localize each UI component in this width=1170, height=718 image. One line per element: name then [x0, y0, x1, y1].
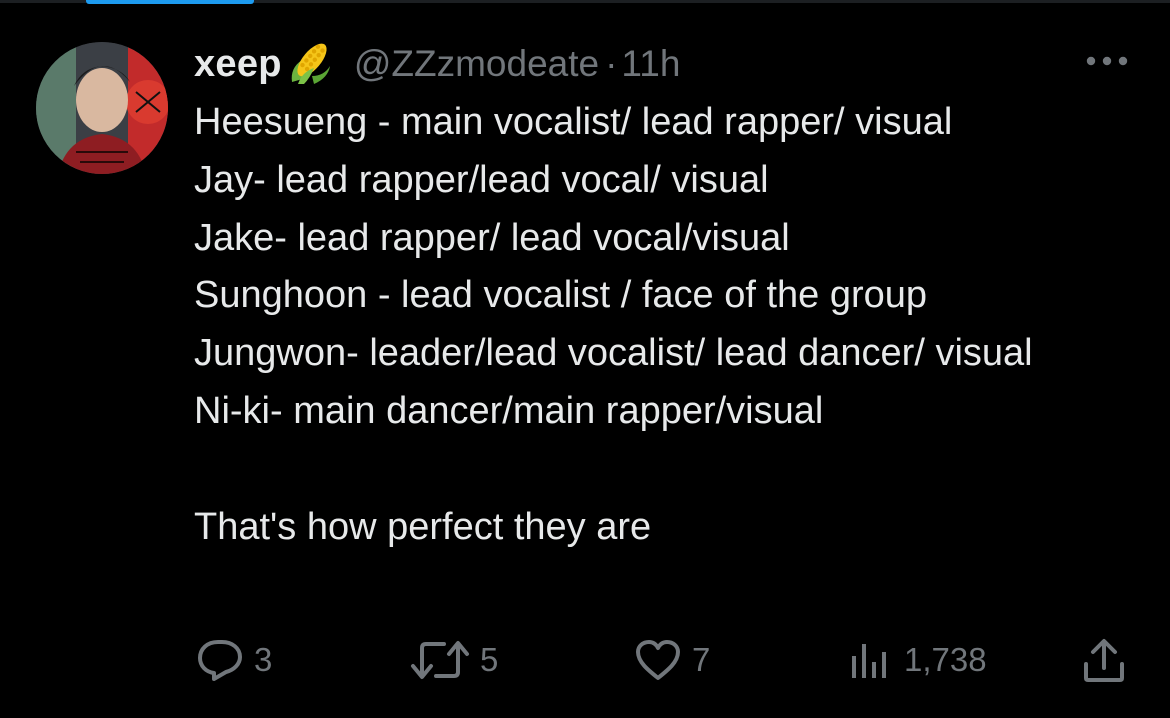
heart-icon: [636, 640, 680, 680]
reply-button[interactable]: 3: [196, 630, 272, 690]
tweet-text: Heesueng - main vocalist/ lead rapper/ v…: [194, 94, 1134, 557]
retweet-count: 5: [480, 641, 499, 678]
reply-count: 3: [254, 641, 273, 678]
tweet-header: xeep @ZZzmodeate · 11h: [194, 36, 680, 92]
like-button[interactable]: 7: [634, 630, 710, 690]
corn-emoji-icon: [284, 38, 336, 90]
tweet-line: Ni-ki- main dancer/main rapper/visual: [194, 389, 824, 432]
tweet-line: Jake- lead rapper/ lead vocal/visual: [194, 216, 790, 259]
reply-icon: [198, 640, 242, 681]
retweet-icon: [411, 641, 469, 679]
separator-dot: ·: [605, 43, 618, 84]
tweet-line: Sunghoon - lead vocalist / face of the g…: [194, 274, 928, 317]
tweet-line: Jungwon- leader/lead vocalist/ lead danc…: [194, 332, 1033, 375]
tweet-actions: 3 5 7 1,738: [0, 630, 1170, 690]
timestamp[interactable]: 11h: [621, 43, 680, 85]
views-button[interactable]: 1,738: [848, 630, 987, 690]
more-icon: [1086, 56, 1128, 66]
active-tab-indicator: [86, 0, 254, 4]
retweet-button[interactable]: 5: [410, 630, 498, 690]
share-button[interactable]: [1082, 630, 1126, 690]
more-options-button[interactable]: [1082, 46, 1132, 76]
tweet-line: Jay- lead rapper/lead vocal/ visual: [194, 158, 769, 201]
user-handle[interactable]: @ZZzmodeate: [354, 43, 599, 85]
like-count: 7: [692, 641, 711, 678]
views-icon: [852, 644, 886, 678]
share-icon: [1084, 639, 1124, 682]
tweet-line: Heesueng - main vocalist/ lead rapper/ v…: [194, 101, 953, 143]
views-count: 1,738: [904, 641, 987, 678]
tweet-line: That's how perfect they are: [194, 505, 652, 548]
avatar[interactable]: [36, 42, 168, 174]
display-name[interactable]: xeep: [194, 43, 282, 86]
